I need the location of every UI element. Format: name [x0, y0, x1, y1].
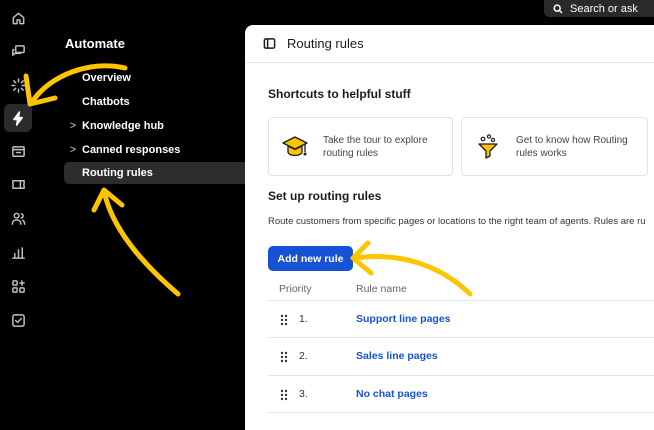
tour-card[interactable]: Take the tour to explore routing rules	[268, 117, 453, 176]
graduation-cap-icon	[282, 135, 308, 156]
how-it-works-card[interactable]: Get to know how Routing rules works	[461, 117, 648, 176]
rule-name-link[interactable]: Sales line pages	[356, 350, 438, 362]
sidebar-item-canned-responses[interactable]: > Canned responses	[64, 139, 251, 161]
sidebar-item-label: Chatbots	[82, 96, 130, 108]
sidebar-item-label: Knowledge hub	[82, 120, 164, 132]
sidebar-item-label: Routing rules	[82, 167, 153, 179]
how-card-line1: Get to know how Routing	[516, 134, 628, 146]
chevron-right-icon: >	[69, 144, 77, 156]
automate-sidebar: Automate Overview Chatbots > Knowledge h…	[36, 0, 251, 430]
shortcuts-title: Shortcuts to helpful stuff	[268, 87, 411, 101]
reports-icon[interactable]	[4, 238, 32, 266]
sidebar-item-chatbots[interactable]: Chatbots	[64, 91, 251, 113]
sidebar-title: Automate	[65, 36, 125, 51]
sidebar-item-knowledge-hub[interactable]: > Knowledge hub	[64, 115, 251, 137]
column-header-priority: Priority	[279, 283, 312, 295]
drag-handle-icon[interactable]	[280, 351, 288, 363]
search-label: Search or ask	[570, 2, 638, 15]
how-card-line2: rules works	[516, 147, 567, 159]
rule-priority: 2.	[299, 350, 308, 362]
drag-handle-icon[interactable]	[280, 314, 288, 326]
drag-handle-icon[interactable]	[280, 389, 288, 401]
panel-header: Routing rules	[245, 25, 654, 63]
rule-priority: 1.	[299, 313, 308, 325]
sidebar-item-label: Canned responses	[82, 144, 181, 156]
table-divider	[268, 412, 654, 422]
inbox-icon[interactable]	[4, 137, 32, 165]
sidebar-toggle-icon[interactable]	[263, 37, 276, 50]
people-icon[interactable]	[4, 204, 32, 232]
icon-rail	[0, 0, 36, 430]
rule-name-link[interactable]: Support line pages	[356, 313, 451, 325]
tour-card-line2: routing rules	[323, 147, 379, 159]
tour-card-line1: Take the tour to explore	[323, 134, 428, 146]
column-header-rule-name: Rule name	[356, 283, 407, 295]
home-icon[interactable]	[4, 4, 32, 32]
chevron-right-icon: >	[69, 120, 77, 132]
sparkle-icon[interactable]	[4, 71, 32, 99]
bolt-icon[interactable]	[4, 104, 32, 132]
chat-icon[interactable]	[4, 37, 32, 65]
setup-title: Set up routing rules	[268, 189, 382, 203]
table-row: 2. Sales line pages	[268, 337, 654, 374]
apps-icon[interactable]	[4, 272, 32, 300]
checklist-icon[interactable]	[4, 306, 32, 334]
main-panel: Routing rules Shortcuts to helpful stuff…	[245, 25, 654, 430]
rule-name-link[interactable]: No chat pages	[356, 388, 428, 400]
sidebar-item-overview[interactable]: Overview	[64, 67, 251, 89]
page-title: Routing rules	[287, 36, 364, 51]
ticket-icon[interactable]	[4, 170, 32, 198]
table-row: 1. Support line pages	[268, 300, 654, 337]
search-button[interactable]: Search or ask	[544, 0, 654, 17]
table-row: 3. No chat pages	[268, 375, 654, 412]
setup-description: Route customers from specific pages or l…	[268, 216, 646, 227]
sidebar-item-label: Overview	[82, 72, 131, 84]
funnel-icon	[478, 133, 498, 159]
search-icon	[553, 3, 563, 14]
add-new-rule-button[interactable]: Add new rule	[268, 246, 353, 271]
sidebar-item-routing-rules[interactable]: Routing rules	[64, 162, 251, 184]
rule-priority: 3.	[299, 388, 308, 400]
